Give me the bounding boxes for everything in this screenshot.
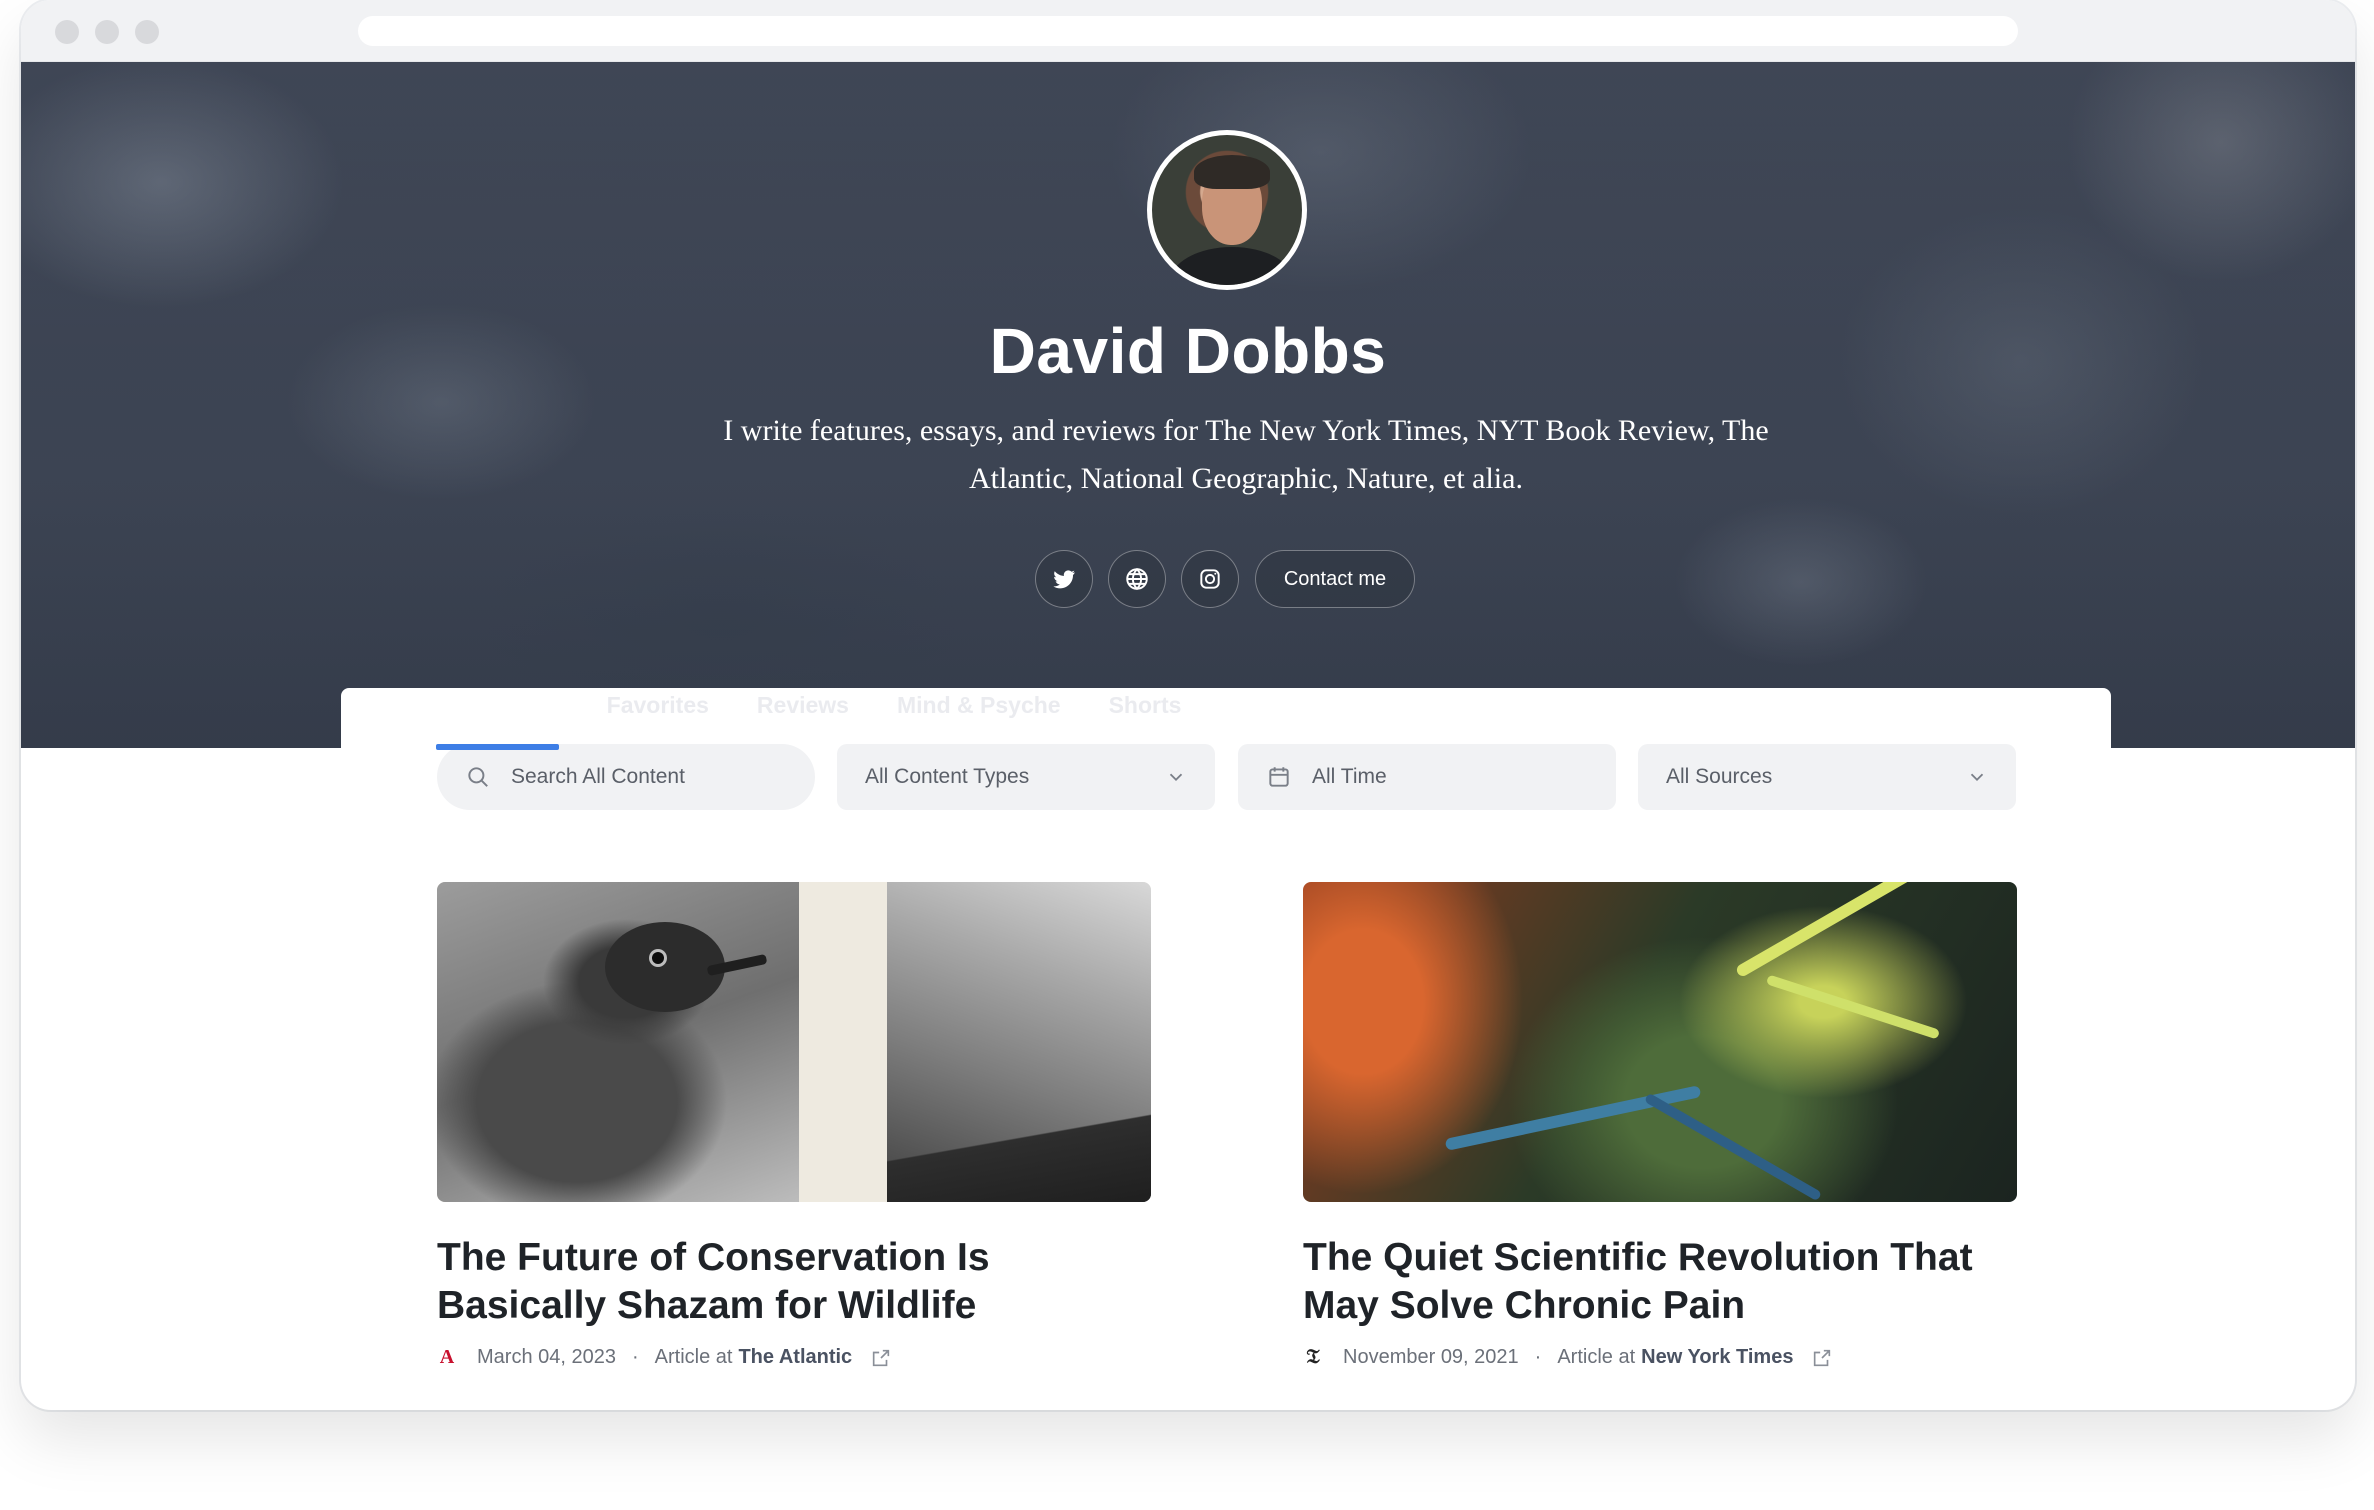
address-bar[interactable] — [358, 16, 2018, 46]
article-card[interactable]: The Future of Conservation Is Basically … — [437, 882, 1151, 1369]
sources-select[interactable]: All Sources — [1638, 744, 2016, 810]
article-meta: 𝔗 November 09, 2021 · Article at New Yor… — [1303, 1346, 2017, 1369]
avatar — [1147, 130, 1307, 290]
close-window-dot[interactable] — [55, 20, 79, 44]
contact-me-button[interactable]: Contact me — [1255, 550, 1415, 608]
chevron-down-icon — [1165, 766, 1187, 788]
twitter-link[interactable] — [1035, 550, 1093, 608]
title-bar — [21, 0, 2355, 62]
minimize-window-dot[interactable] — [95, 20, 119, 44]
article-title[interactable]: The Quiet Scientific Revolution That May… — [1303, 1234, 2017, 1330]
website-link[interactable] — [1108, 550, 1166, 608]
meta-separator: · — [631, 1346, 639, 1368]
instagram-link[interactable] — [1181, 550, 1239, 608]
twitter-icon — [1051, 566, 1077, 592]
article-date: November 09, 2021 — [1343, 1346, 1519, 1368]
article-date: March 04, 2023 — [477, 1346, 616, 1368]
article-thumbnail[interactable] — [437, 882, 1151, 1202]
content-tabs: All Content Favorites Reviews Mind & Psy… — [436, 680, 1182, 750]
nyt-logo-icon: 𝔗 — [1306, 1346, 1320, 1368]
profile-header: David Dobbs I write features, essays, an… — [21, 62, 2355, 750]
search-icon — [465, 764, 491, 790]
article-title[interactable]: The Future of Conservation Is Basically … — [437, 1234, 1151, 1330]
content-panel: Search All Content All Content Types All… — [341, 688, 2111, 1410]
article-card[interactable]: The Quiet Scientific Revolution That May… — [1303, 882, 2017, 1369]
profile-name: David Dobbs — [989, 315, 1387, 387]
article-type: Article at — [654, 1346, 733, 1368]
meta-separator: · — [1534, 1346, 1542, 1368]
chevron-down-icon — [1966, 766, 1988, 788]
tab-favorites[interactable]: Favorites — [607, 680, 709, 748]
external-link-icon[interactable] — [1811, 1347, 1833, 1369]
content-types-select[interactable]: All Content Types — [837, 744, 1215, 810]
tab-all-content[interactable]: All Content — [436, 680, 559, 750]
maximize-window-dot[interactable] — [135, 20, 159, 44]
article-source[interactable]: New York Times — [1641, 1346, 1793, 1369]
time-range-value: All Time — [1312, 765, 1387, 788]
browser-window: David Dobbs I write features, essays, an… — [21, 0, 2355, 1410]
article-thumbnail[interactable] — [1303, 882, 2017, 1202]
tab-mind-psyche[interactable]: Mind & Psyche — [897, 680, 1061, 748]
article-type: Article at — [1557, 1346, 1636, 1368]
tab-shorts[interactable]: Shorts — [1109, 680, 1182, 748]
time-range-select[interactable]: All Time — [1238, 744, 1616, 810]
article-source[interactable]: The Atlantic — [738, 1346, 852, 1369]
search-placeholder: Search All Content — [511, 765, 685, 788]
sources-value: All Sources — [1666, 765, 1773, 788]
profile-bio: I write features, essays, and reviews fo… — [723, 414, 1769, 495]
instagram-icon — [1197, 566, 1223, 592]
content-types-value: All Content Types — [865, 765, 1030, 788]
search-input[interactable]: Search All Content — [437, 744, 815, 810]
atlantic-logo-icon: A — [439, 1346, 455, 1368]
globe-icon — [1124, 566, 1150, 592]
tab-reviews[interactable]: Reviews — [757, 680, 849, 748]
article-meta: A March 04, 2023 · Article at The Atlant… — [437, 1346, 1151, 1369]
calendar-icon — [1266, 764, 1292, 790]
external-link-icon[interactable] — [870, 1347, 892, 1369]
